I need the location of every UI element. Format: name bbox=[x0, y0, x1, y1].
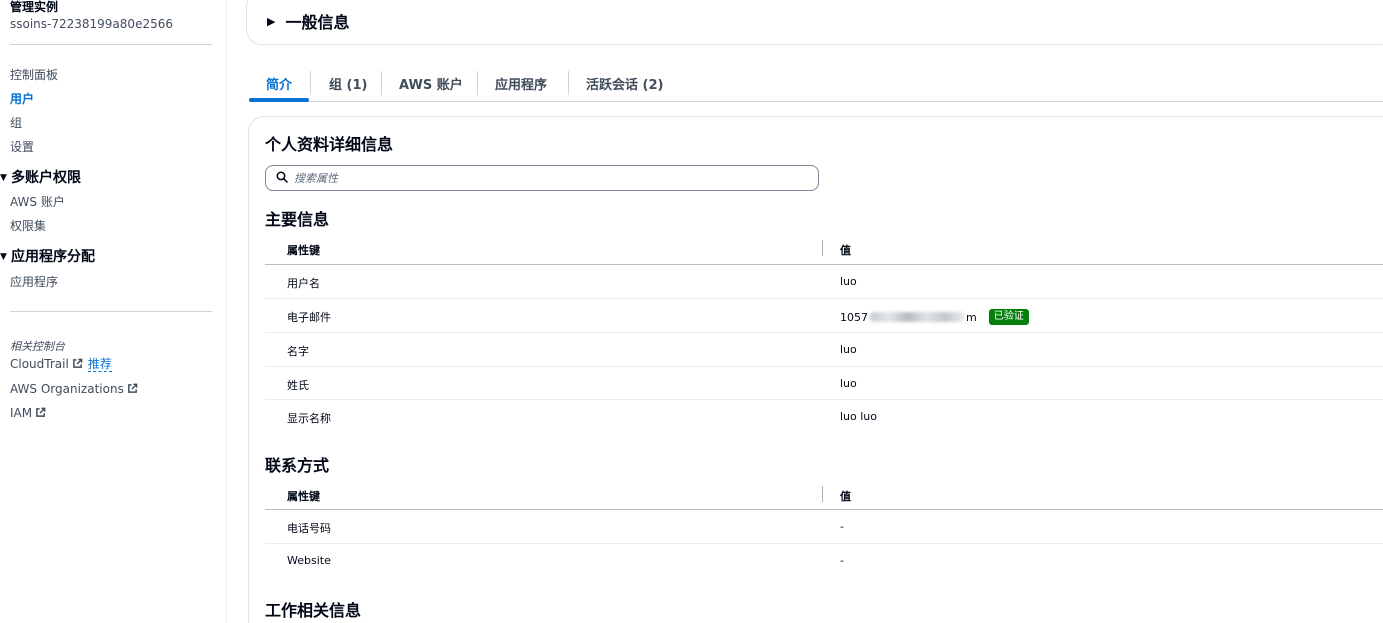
tab-groups[interactable]: 组 (1) bbox=[329, 74, 367, 93]
tab-separator bbox=[568, 71, 569, 95]
external-link-icon bbox=[35, 407, 46, 421]
general-info-toggle[interactable]: ▶ 一般信息 bbox=[267, 9, 349, 33]
column-header-key: 属性键 bbox=[287, 490, 320, 503]
sidebar-section-label: 多账户权限 bbox=[11, 170, 81, 186]
caret-right-icon: ▶ bbox=[267, 14, 276, 28]
sidebar-section-multi-account[interactable]: ▼ 多账户权限 bbox=[0, 170, 81, 186]
email-prefix: 1057 bbox=[840, 310, 868, 324]
row-divider bbox=[265, 366, 1383, 367]
caret-down-icon: ▼ bbox=[0, 173, 7, 183]
sidebar: 管理实例 ssoins-72238199a80e2566 控制面板 用户 组 设… bbox=[0, 0, 227, 623]
general-info-container bbox=[246, 0, 1383, 45]
related-link-iam[interactable]: IAM bbox=[10, 406, 46, 421]
column-header-value: 值 bbox=[840, 490, 851, 503]
column-header-key: 属性键 bbox=[287, 244, 320, 257]
row-value-first-name: luo bbox=[840, 343, 857, 356]
instance-id: ssoins-72238199a80e2566 bbox=[10, 17, 173, 31]
row-divider bbox=[265, 543, 1383, 544]
profile-panel bbox=[248, 116, 1383, 623]
email-suffix: m bbox=[966, 310, 977, 324]
tab-aws-accounts[interactable]: AWS 账户 bbox=[399, 74, 463, 93]
row-key-username: 用户名 bbox=[287, 277, 320, 290]
external-link-icon bbox=[72, 358, 83, 372]
row-value-email: 1057 m 已验证 bbox=[840, 309, 1029, 325]
tab-profile[interactable]: 简介 bbox=[266, 74, 292, 93]
general-info-title: 一般信息 bbox=[285, 13, 350, 32]
sidebar-item-settings[interactable]: 设置 bbox=[10, 140, 34, 154]
row-value-phone: - bbox=[840, 520, 844, 533]
column-header-value: 值 bbox=[840, 244, 851, 257]
profile-title: 个人资料详细信息 bbox=[265, 135, 394, 154]
row-key-display-name: 显示名称 bbox=[287, 412, 331, 425]
row-value-website: - bbox=[840, 554, 844, 567]
sidebar-item-permission-sets[interactable]: 权限集 bbox=[10, 219, 46, 233]
related-link-label: CloudTrail bbox=[10, 357, 69, 371]
search-input[interactable] bbox=[294, 171, 794, 185]
column-separator[interactable] bbox=[822, 486, 823, 502]
related-link-organizations[interactable]: AWS Organizations bbox=[10, 382, 138, 397]
tab-separator bbox=[310, 71, 311, 95]
tab-separator bbox=[477, 71, 478, 95]
row-key-first-name: 名字 bbox=[287, 345, 309, 358]
row-key-email: 电子邮件 bbox=[287, 311, 331, 324]
column-separator[interactable] bbox=[822, 240, 823, 256]
row-key-last-name: 姓氏 bbox=[287, 379, 309, 392]
sidebar-divider bbox=[10, 311, 212, 312]
search-icon bbox=[276, 171, 288, 186]
row-divider bbox=[265, 332, 1383, 333]
sidebar-section-label: 应用程序分配 bbox=[11, 249, 95, 265]
search-field[interactable] bbox=[265, 165, 819, 191]
instance-title: 管理实例 bbox=[10, 0, 59, 14]
table-header-divider bbox=[265, 509, 1383, 510]
sidebar-divider bbox=[10, 44, 212, 45]
sidebar-section-app-assignments[interactable]: ▼ 应用程序分配 bbox=[0, 249, 95, 265]
sidebar-item-dashboard[interactable]: 控制面板 bbox=[10, 68, 58, 82]
tab-active-sessions[interactable]: 活跃会话 (2) bbox=[586, 74, 663, 93]
tab-applications[interactable]: 应用程序 bbox=[495, 74, 547, 93]
sidebar-item-aws-accounts[interactable]: AWS 账户 bbox=[10, 195, 65, 209]
external-link-icon bbox=[127, 383, 138, 397]
verified-badge: 已验证 bbox=[988, 309, 1029, 325]
recommended-link[interactable]: 推荐 bbox=[87, 357, 112, 372]
sidebar-item-users[interactable]: 用户 bbox=[10, 92, 34, 106]
work-info-title: 工作相关信息 bbox=[265, 601, 362, 620]
row-divider bbox=[265, 298, 1383, 299]
row-value-last-name: luo bbox=[840, 377, 857, 390]
primary-info-title: 主要信息 bbox=[265, 210, 330, 229]
caret-down-icon: ▼ bbox=[0, 252, 7, 262]
row-divider bbox=[265, 399, 1383, 400]
row-value-display-name: luo luo bbox=[840, 410, 878, 423]
related-consoles-title: 相关控制台 bbox=[10, 340, 65, 353]
table-header-divider bbox=[265, 264, 1383, 265]
redacted-email bbox=[870, 312, 964, 322]
row-key-phone: 电话号码 bbox=[287, 522, 331, 535]
contact-title: 联系方式 bbox=[265, 456, 330, 475]
sidebar-item-groups[interactable]: 组 bbox=[10, 116, 22, 130]
sidebar-item-applications[interactable]: 应用程序 bbox=[10, 275, 58, 289]
active-tab-indicator bbox=[249, 98, 309, 102]
tab-separator bbox=[381, 71, 382, 95]
row-key-website: Website bbox=[287, 554, 331, 567]
related-link-label: AWS Organizations bbox=[10, 382, 124, 396]
related-link-cloudtrail[interactable]: CloudTrail 推荐 bbox=[10, 357, 112, 372]
related-link-label: IAM bbox=[10, 406, 33, 420]
row-value-username: luo bbox=[840, 275, 857, 288]
